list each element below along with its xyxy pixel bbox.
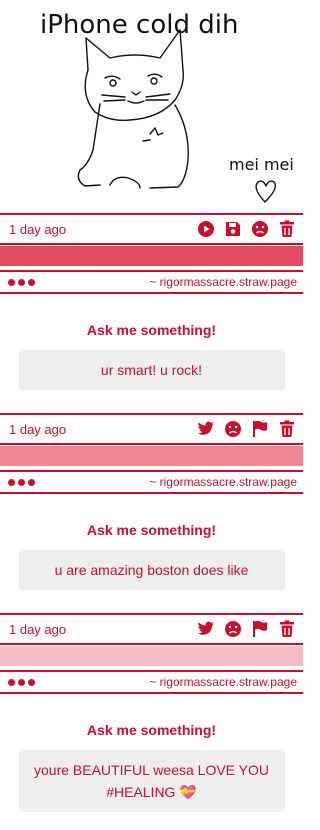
post-2-color-strip (0, 446, 303, 466)
post-1-time: 1 day ago (9, 221, 67, 237)
post-2-site-link[interactable]: ~ rigormassacre.straw.page (149, 475, 297, 489)
post-3-time: 1 day ago (9, 621, 67, 637)
post-3-site-link[interactable]: ~ rigormassacre.straw.page (149, 675, 297, 689)
post-3-meta-bar: 1 day ago (0, 613, 303, 645)
trash-icon[interactable] (277, 619, 297, 639)
post-1-question-card: Ask me something! ur smart! u rock! (0, 322, 303, 390)
post-1-footer-bar: ~ rigormassacre.straw.page (0, 270, 303, 294)
trash-icon[interactable] (277, 419, 297, 439)
post-2-more-button[interactable] (8, 478, 35, 486)
svg-text:mei mei: mei mei (229, 155, 294, 174)
post-2-question-card: Ask me something! u are amazing boston d… (0, 522, 303, 590)
post-2-time: 1 day ago (9, 421, 67, 437)
post-2-meta-bar: 1 day ago (0, 413, 303, 445)
post-2-prompt: Ask me something! (86, 522, 217, 538)
post-1-prompt: Ask me something! (86, 322, 217, 338)
post-1-meta-bar: 1 day ago (0, 213, 303, 245)
post-3-color-strip (0, 646, 303, 666)
flag-icon[interactable] (250, 419, 270, 439)
post-3-footer-bar: ~ rigormassacre.straw.page (0, 670, 303, 694)
post-3-more-button[interactable] (8, 678, 35, 686)
sad-face-icon[interactable] (223, 619, 243, 639)
flag-icon[interactable] (250, 619, 270, 639)
post-1-answer: ur smart! u rock! (18, 350, 285, 390)
post-1-actions (196, 219, 297, 239)
sad-face-icon[interactable] (223, 419, 243, 439)
post-3-prompt: Ask me something! (86, 722, 217, 738)
twitter-icon[interactable] (196, 419, 216, 439)
cat-drawing: iPhone cold dih mei mei (0, 0, 303, 213)
save-icon[interactable] (223, 219, 243, 239)
post-3-actions (196, 619, 297, 639)
post-3-question-card: Ask me something! youre BEAUTIFUL weesa … (0, 722, 303, 812)
post-2-answer: u are amazing boston does like (18, 550, 285, 590)
play-icon[interactable] (196, 219, 216, 239)
post-1-more-button[interactable] (8, 278, 35, 286)
post-2-footer-bar: ~ rigormassacre.straw.page (0, 470, 303, 494)
svg-text:iPhone cold dih: iPhone cold dih (40, 10, 238, 40)
trash-icon[interactable] (277, 219, 297, 239)
post-1-site-link[interactable]: ~ rigormassacre.straw.page (149, 275, 297, 289)
post-2-actions (196, 419, 297, 439)
post-1-color-strip (0, 246, 303, 266)
twitter-icon[interactable] (196, 619, 216, 639)
sad-face-icon[interactable] (250, 219, 270, 239)
post-3-answer: youre BEAUTIFUL weesa LOVE YOU #HEALING … (18, 750, 285, 812)
